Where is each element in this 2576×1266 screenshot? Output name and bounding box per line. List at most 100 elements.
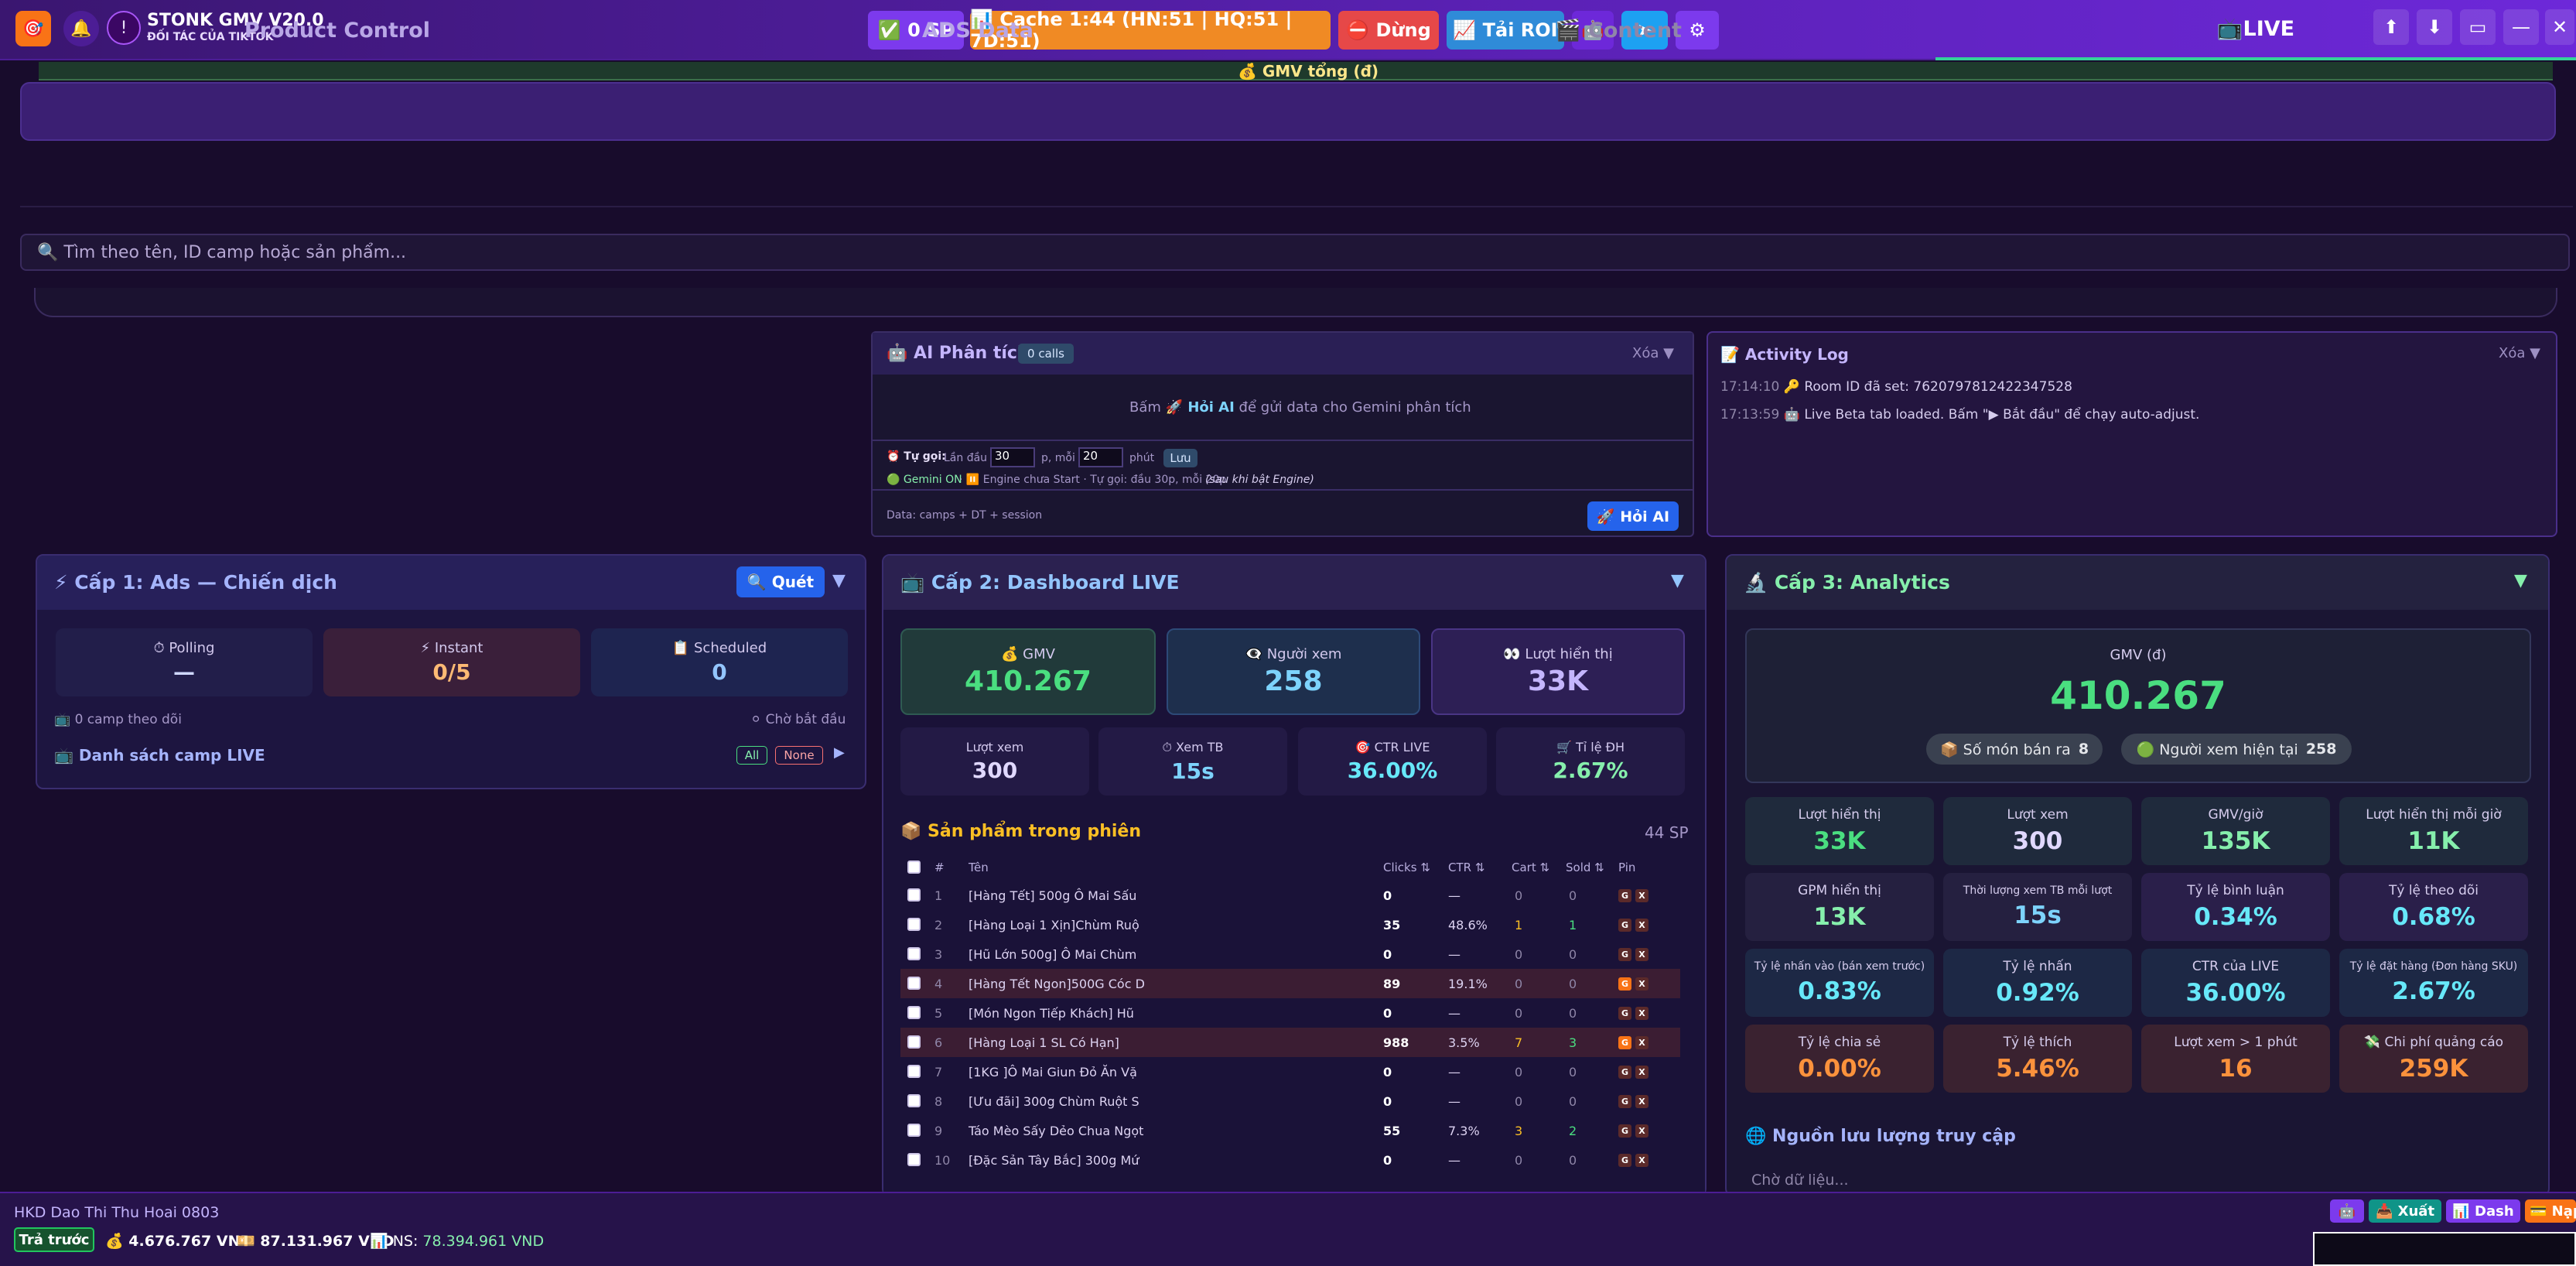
row-name: [Ưu đãi] 300g Chùm Ruột S	[969, 1094, 1139, 1109]
row-cart: 0	[1515, 1153, 1523, 1168]
pin-x-button[interactable]: X	[1635, 1007, 1648, 1020]
row-checkbox[interactable]	[907, 947, 921, 960]
items-sold-label: 📦 Số món bán ra	[1939, 741, 2071, 758]
select-none-button[interactable]: None	[775, 746, 823, 765]
ask-ai-button[interactable]: 🚀 Hỏi AI	[1587, 501, 1679, 531]
row-checkbox[interactable]	[907, 977, 921, 990]
row-num: 10	[934, 1153, 951, 1168]
avg-watch-stat: ⏱ Xem TB 15s	[1098, 727, 1287, 796]
pin-g-button[interactable]: G	[1618, 1066, 1631, 1079]
row-name: [Hũ Lớn 500g] Ô Mai Chùm	[969, 947, 1137, 962]
tab-live[interactable]: 📺LIVE	[1935, 0, 2576, 60]
search-input[interactable]: 🔍 Tìm theo tên, ID camp hoặc sản phẩm...	[20, 234, 2570, 271]
pin-x-button[interactable]: X	[1635, 1066, 1648, 1079]
status-bar	[0, 1192, 2576, 1266]
row-sold: 3	[1569, 1035, 1577, 1050]
pin-x-button[interactable]: X	[1635, 919, 1648, 932]
row-clicks: 0	[1383, 1065, 1392, 1080]
pin-g-button[interactable]: G	[1618, 977, 1631, 991]
row-checkbox[interactable]	[907, 1006, 921, 1019]
col-cart[interactable]: Cart ⇅	[1512, 861, 1549, 874]
row-checkbox[interactable]	[907, 1124, 921, 1137]
shop-name: HKD Dao Thi Thu Hoai 0803	[14, 1204, 220, 1221]
ns-value: 78.394.961 VND	[422, 1233, 545, 1250]
pin-g-button[interactable]: G	[1618, 889, 1631, 902]
pin-x-button[interactable]: X	[1635, 948, 1648, 961]
first-call-input[interactable]: 30	[990, 447, 1035, 467]
table-row[interactable]: 7 [1KG ]Ô Mai Giun Đỏ Ăn Vặ 0 — 0 0 G X	[900, 1057, 1680, 1086]
scan-button[interactable]: 🔍 Quét	[736, 566, 825, 597]
robot-small-icon[interactable]: 🤖	[2330, 1199, 2364, 1223]
pin-x-button[interactable]: X	[1635, 1036, 1648, 1049]
tab-product-control[interactable]: Product Control	[20, 0, 654, 60]
table-row[interactable]: 3 [Hũ Lớn 500g] Ô Mai Chùm 0 — 0 0 G X	[900, 939, 1680, 969]
row-checkbox[interactable]	[907, 1035, 921, 1049]
pin-g-button[interactable]: G	[1618, 1124, 1631, 1138]
pin-g-button[interactable]: G	[1618, 1036, 1631, 1049]
preview-thumbnail[interactable]	[2313, 1232, 2576, 1266]
collapsed-panel	[34, 288, 2557, 317]
table-row[interactable]: 9 Táo Mèo Sấy Dẻo Chua Ngọt 55 7.3% 3 2 G X	[900, 1116, 1680, 1145]
table-row[interactable]: 2 [Hàng Loại 1 Xịn]Chùm Ruộ 35 48.6% 1 1 G X	[900, 910, 1680, 939]
analytics-card: 💸 Chi phí quảng cáo 259K	[2339, 1025, 2528, 1093]
pin-g-button[interactable]: G	[1618, 919, 1631, 932]
level1-toggle[interactable]: ▼	[832, 571, 846, 590]
expand-arrow-icon[interactable]: ▶	[834, 744, 845, 761]
analytics-card-value: 11K	[2407, 827, 2460, 855]
table-row[interactable]: 4 [Hàng Tết Ngon]500G Cóc D 89 19.1% 0 0 G X	[900, 969, 1680, 998]
col-clicks[interactable]: Clicks ⇅	[1383, 861, 1430, 874]
pin-x-button[interactable]: X	[1635, 1124, 1648, 1138]
pin-x-button[interactable]: X	[1635, 889, 1648, 902]
level2-title: 📺 Cấp 2: Dashboard LIVE	[900, 571, 1180, 594]
pin-x-button[interactable]: X	[1635, 1154, 1648, 1167]
select-all-checkbox[interactable]	[907, 861, 921, 874]
table-row[interactable]: 10 [Đặc Sản Tây Bắc] 300g Mứ 0 — 0 0 G X	[900, 1145, 1680, 1175]
table-row[interactable]: 5 [Món Ngon Tiếp Khách] Hũ 0 — 0 0 G X	[900, 998, 1680, 1028]
ai-clear-button[interactable]: Xóa ▼	[1632, 345, 1674, 361]
row-ctr: 3.5%	[1448, 1035, 1480, 1050]
interval-input[interactable]: 20	[1078, 447, 1123, 467]
log-clear-button[interactable]: Xóa ▼	[2499, 345, 2540, 361]
row-checkbox[interactable]	[907, 1094, 921, 1107]
impressions-label: 👀 Lượt hiển thị	[1503, 646, 1613, 662]
row-checkbox[interactable]	[907, 918, 921, 931]
row-sold: 0	[1569, 947, 1577, 962]
tab-ads-data[interactable]: ADS Data	[654, 0, 1301, 60]
pin-x-button[interactable]: X	[1635, 1095, 1648, 1108]
tab-content[interactable]: 🎬 Content	[1301, 0, 1935, 60]
level3-toggle[interactable]: ▼	[2514, 571, 2527, 590]
row-sold: 2	[1569, 1124, 1577, 1138]
col-sold[interactable]: Sold ⇅	[1566, 861, 1604, 874]
pin-g-button[interactable]: G	[1618, 1095, 1631, 1108]
row-cart: 0	[1515, 888, 1523, 903]
select-all-button[interactable]: All	[736, 746, 767, 765]
row-cart: 0	[1515, 1094, 1523, 1109]
camp-list-title[interactable]: 📺 Danh sách camp LIVE	[54, 746, 265, 765]
analytics-card: Tỷ lệ đặt hàng (Đơn hàng SKU) 2.67%	[2339, 949, 2528, 1017]
gmv-strip-label: 💰 GMV tổng (đ)	[1238, 62, 1379, 80]
save-button[interactable]: Lưu	[1163, 449, 1197, 467]
analytics-card-value: 0.83%	[1798, 977, 1881, 1005]
ai-calls-badge: 0 calls	[1018, 344, 1074, 364]
row-num: 3	[934, 947, 943, 962]
table-row[interactable]: 6 [Hàng Loại 1 SL Có Hạn] 988 3.5% 7 3 G X	[900, 1028, 1680, 1057]
analytics-card: Tỷ lệ nhấn vào (bán xem trước) 0.83%	[1745, 949, 1934, 1017]
row-num: 4	[934, 977, 943, 991]
dash-button[interactable]: 📊 Dash	[2446, 1199, 2520, 1223]
pin-x-button[interactable]: X	[1635, 977, 1648, 991]
table-row[interactable]: 1 [Hàng Tết] 500g Ô Mai Sấu 0 — 0 0 G X	[900, 881, 1680, 910]
pin-g-button[interactable]: G	[1618, 1007, 1631, 1020]
row-checkbox[interactable]	[907, 888, 921, 902]
row-checkbox[interactable]	[907, 1153, 921, 1166]
row-checkbox[interactable]	[907, 1065, 921, 1078]
export-button[interactable]: 📥 Xuất	[2369, 1199, 2441, 1223]
pin-g-button[interactable]: G	[1618, 948, 1631, 961]
table-row[interactable]: 8 [Ưu đãi] 300g Chùm Ruột S 0 — 0 0 G X	[900, 1086, 1680, 1116]
topup-button[interactable]: 💳 Nạp	[2525, 1199, 2576, 1223]
analytics-card-value: 36.00%	[2185, 979, 2286, 1007]
pin-g-button[interactable]: G	[1618, 1154, 1631, 1167]
row-ctr: 48.6%	[1448, 918, 1488, 932]
col-ctr[interactable]: CTR ⇅	[1448, 861, 1484, 874]
row-ctr: —	[1448, 1094, 1461, 1109]
level2-toggle[interactable]: ▼	[1671, 571, 1684, 590]
